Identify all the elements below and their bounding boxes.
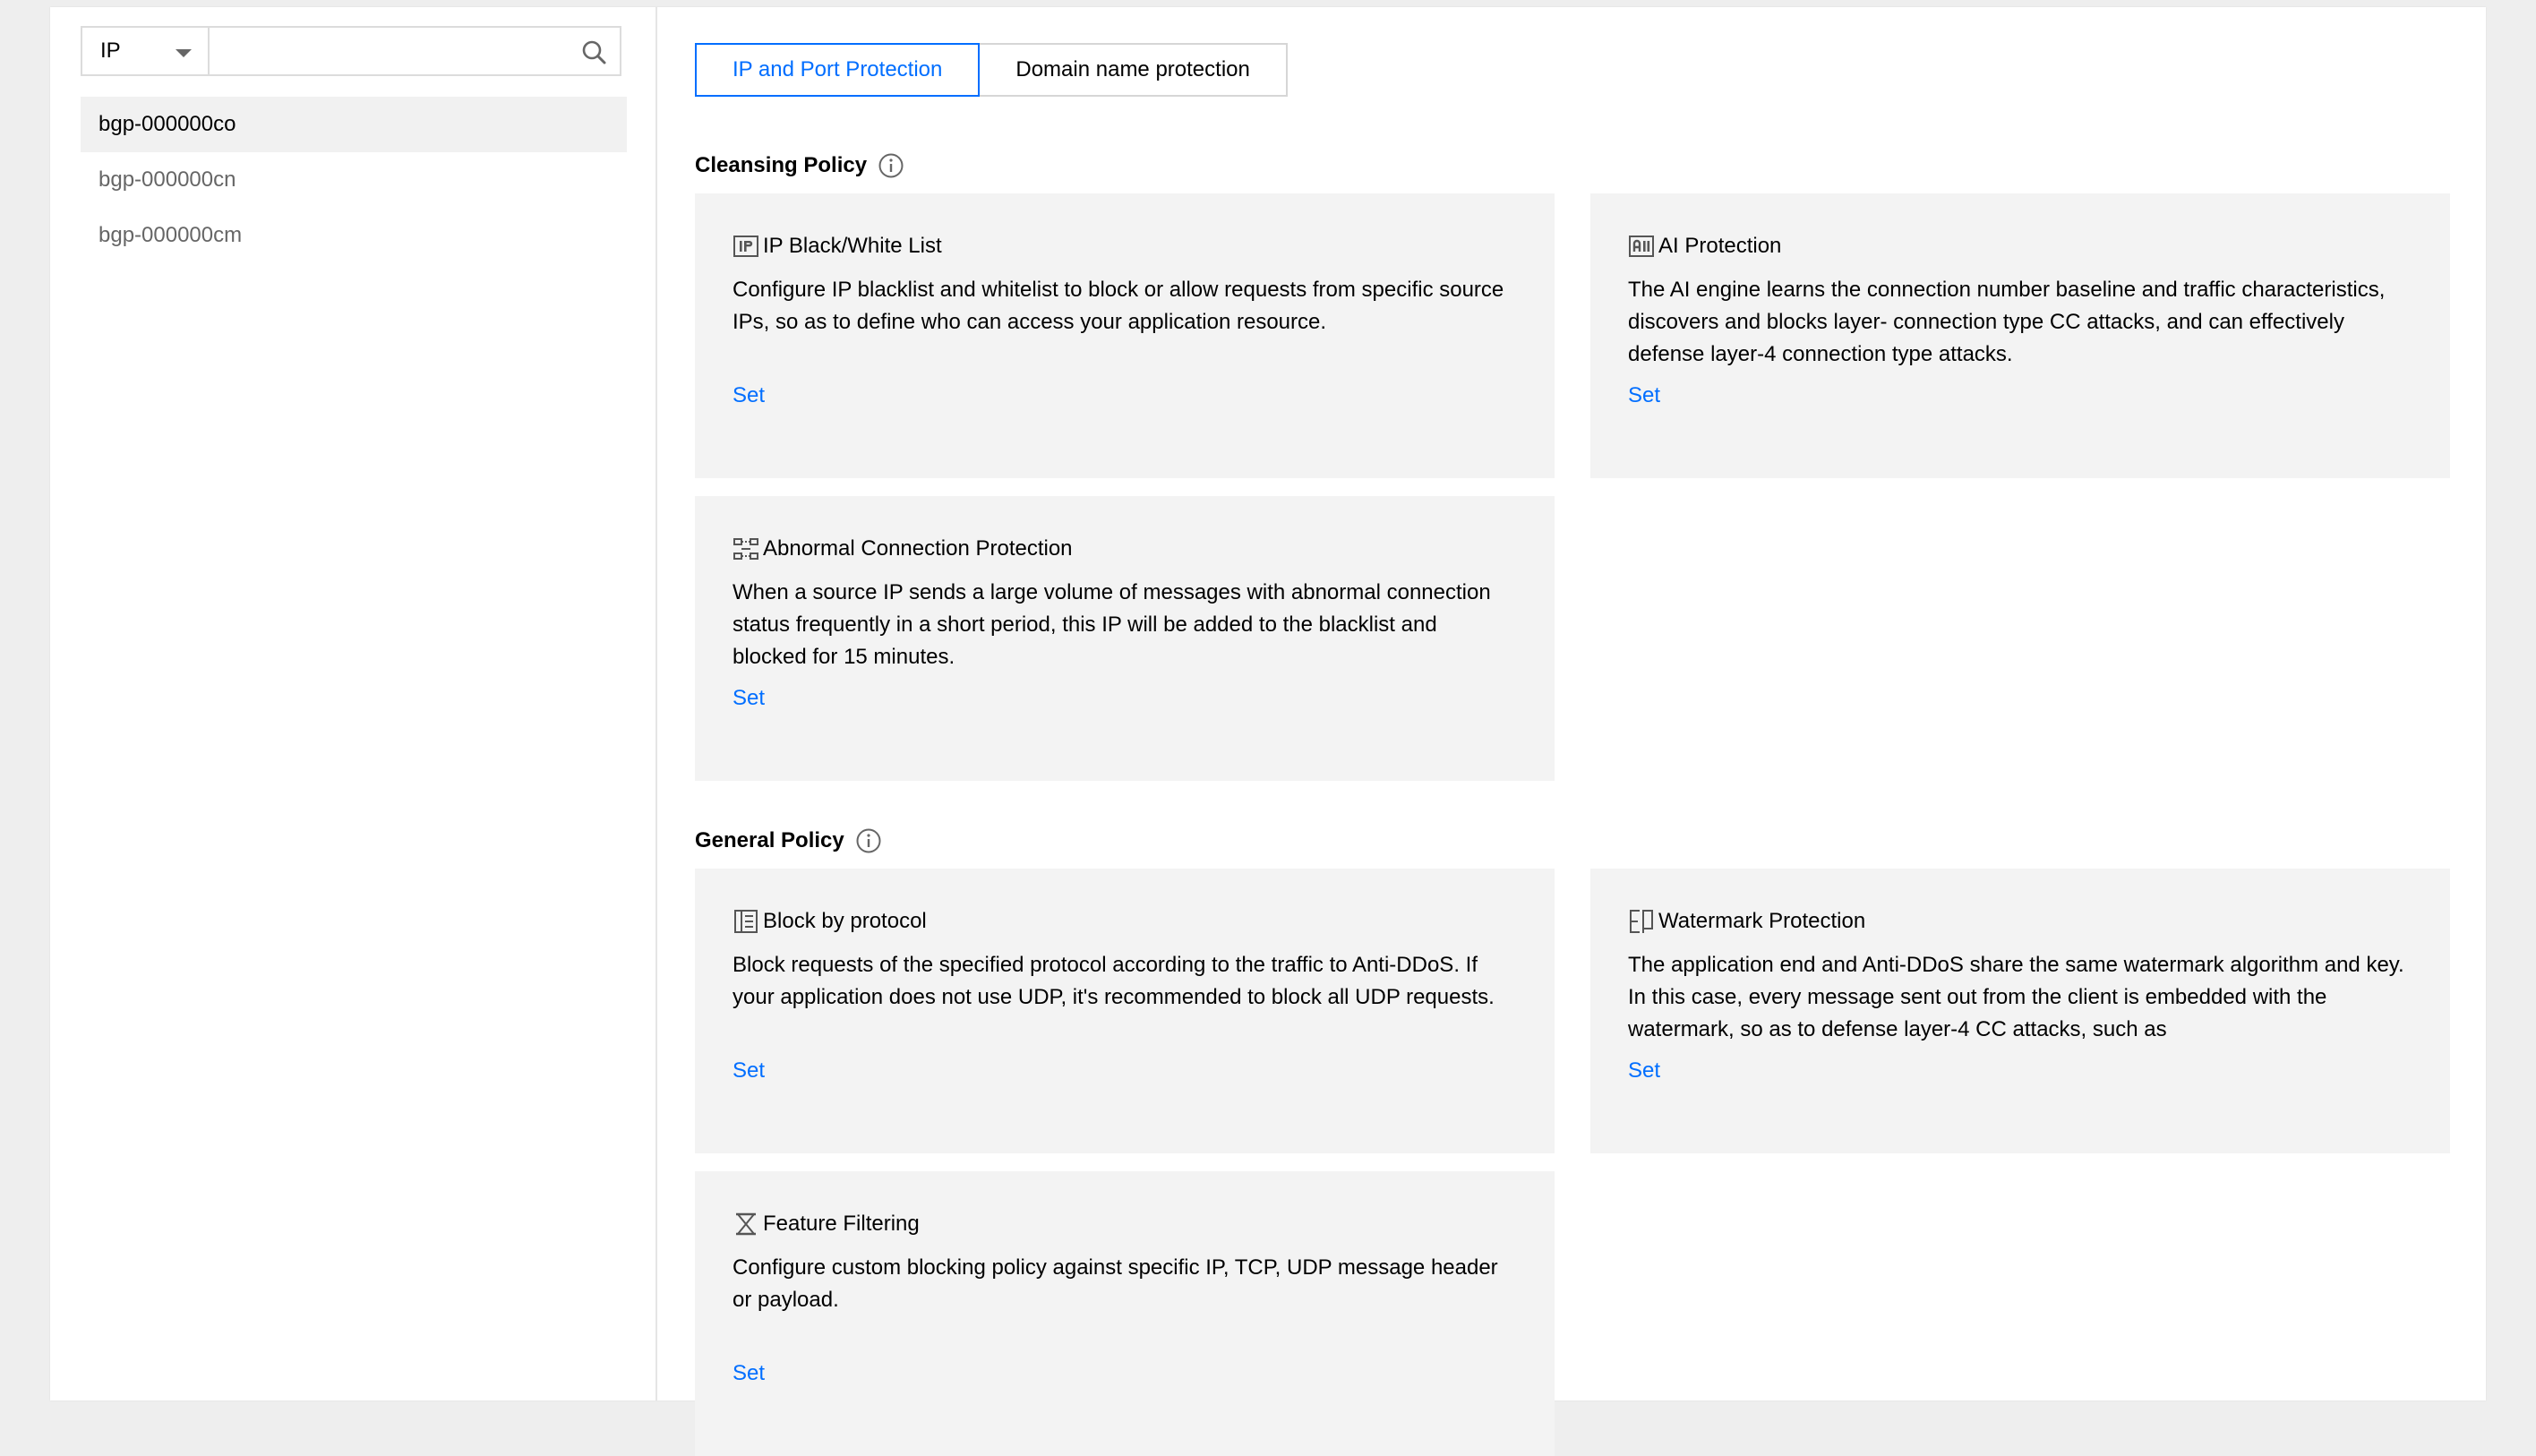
cleansing-policy-heading: Cleansing Policy	[695, 152, 904, 179]
card-description: Configure custom blocking policy against…	[733, 1255, 1498, 1312]
policy-card-ip-black-white-list: IP Black/White List Configure IP blackli…	[695, 193, 1555, 478]
card-description: When a source IP sends a large volume of…	[733, 580, 1491, 669]
card-title: IP Black/White List	[763, 234, 942, 258]
card-description: Block requests of the specified protocol…	[733, 953, 1495, 1009]
card-description: The application end and Anti-DDoS share …	[1628, 953, 2404, 1041]
card-title: Abnormal Connection Protection	[763, 536, 1073, 561]
watermark-icon	[1630, 910, 1653, 933]
policy-card-abnormal-connection: Abnormal Connection Protection When a so…	[695, 496, 1555, 781]
info-icon[interactable]	[878, 152, 904, 179]
caret-down-icon	[176, 49, 192, 57]
card-title: Block by protocol	[763, 909, 927, 933]
card-description: The AI engine learns the connection numb…	[1628, 278, 2386, 366]
card-title: AI Protection	[1658, 234, 1782, 258]
set-link[interactable]: Set	[733, 383, 765, 408]
set-link[interactable]: Set	[733, 1361, 765, 1386]
filter-type-select[interactable]: IP	[82, 28, 210, 74]
policy-card-feature-filtering: Feature Filtering Configure custom block…	[695, 1171, 1555, 1456]
policy-card-block-by-protocol: Block by protocol Block requests of the …	[695, 869, 1555, 1153]
info-icon[interactable]	[855, 827, 882, 854]
instance-item[interactable]: bgp-000000cn	[81, 152, 627, 208]
section-title: Cleansing Policy	[695, 153, 868, 177]
set-link[interactable]: Set	[1628, 1058, 1660, 1083]
section-title: General Policy	[695, 828, 844, 852]
protection-tabs: IP and Port Protection Domain name prote…	[695, 43, 1288, 97]
connection-icon	[733, 538, 758, 560]
instance-item[interactable]: bgp-000000cm	[81, 208, 627, 263]
search-input[interactable]	[210, 28, 620, 74]
protocol-icon	[734, 910, 758, 933]
instance-item[interactable]: bgp-000000co	[81, 97, 627, 152]
main-content: IP and Port Protection Domain name prote…	[695, 7, 2450, 1456]
policy-card-watermark-protection: Watermark Protection The application end…	[1590, 869, 2450, 1153]
set-link[interactable]: Set	[733, 1058, 765, 1083]
policy-card-ai-protection: AI Protection The AI engine learns the c…	[1590, 193, 2450, 478]
instance-sidebar: IP bgp-000000co bgp-000000cn bgp-000000c…	[50, 7, 657, 1400]
card-title: Feature Filtering	[763, 1212, 920, 1236]
filter-type-value: IP	[100, 39, 121, 63]
ai-icon	[1629, 236, 1654, 257]
set-link[interactable]: Set	[733, 686, 765, 711]
card-description: Configure IP blacklist and whitelist to …	[733, 278, 1504, 334]
card-title: Watermark Protection	[1658, 909, 1866, 933]
set-link[interactable]: Set	[1628, 383, 1660, 408]
instance-list: bgp-000000co bgp-000000cn bgp-000000cm	[81, 97, 627, 263]
search-icon[interactable]	[580, 39, 607, 65]
filter-icon	[736, 1212, 756, 1236]
tab-ip-port-protection[interactable]: IP and Port Protection	[695, 43, 981, 97]
instance-filter: IP	[81, 26, 621, 76]
ip-list-icon	[733, 236, 758, 257]
app-frame: IP bgp-000000co bgp-000000cn bgp-000000c…	[50, 7, 2486, 1456]
tab-domain-name-protection[interactable]: Domain name protection	[978, 43, 1288, 97]
general-policy-heading: General Policy	[695, 827, 882, 854]
